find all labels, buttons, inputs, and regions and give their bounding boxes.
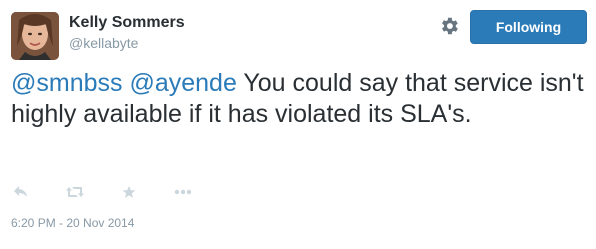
gear-icon[interactable] — [438, 15, 460, 37]
more-icon[interactable] — [173, 182, 193, 202]
star-icon[interactable] — [119, 182, 139, 202]
screen-name[interactable]: @kellabyte — [69, 35, 138, 51]
tweet-text: @smnbss @ayende You could say that servi… — [11, 68, 586, 130]
tweet-timestamp[interactable]: 6:20 PM - 20 Nov 2014 — [11, 216, 134, 230]
tweet-actions — [11, 182, 193, 202]
reply-icon[interactable] — [11, 182, 31, 202]
user-name[interactable]: Kelly Sommers — [69, 14, 185, 32]
following-button[interactable]: Following — [470, 10, 587, 44]
profile-photo — [11, 12, 59, 60]
mention-link[interactable]: @smnbss — [11, 69, 123, 97]
avatar[interactable] — [11, 12, 59, 60]
mention-link[interactable]: @ayende — [129, 69, 236, 97]
retweet-icon[interactable] — [65, 182, 85, 202]
